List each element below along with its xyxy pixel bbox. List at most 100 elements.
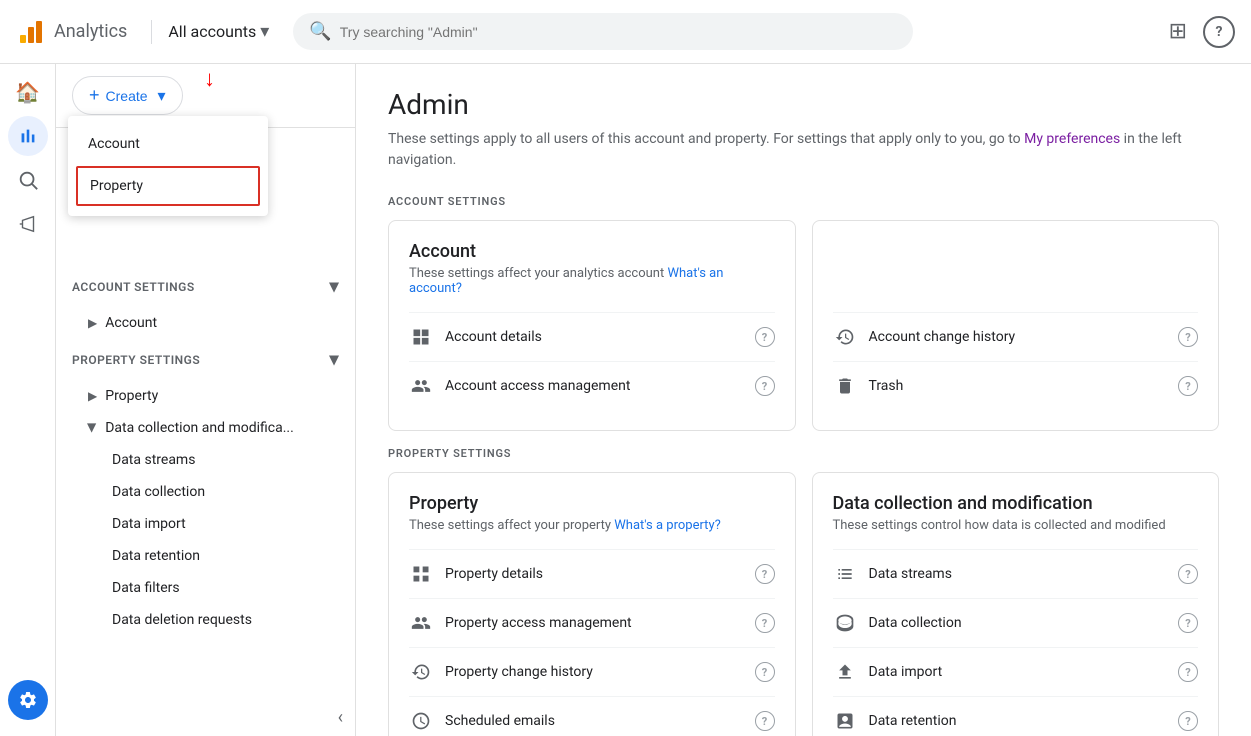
sidebar-property-item[interactable]: ▶ Property [56,380,355,412]
property-change-history-label: Property change history [445,664,743,680]
account-settings-section-header[interactable]: Account settings ▾ [56,266,355,307]
account-card: Account These settings affect your analy… [388,220,796,431]
property-card: Property These settings affect your prop… [388,472,796,736]
property-settings-expand-icon: ▾ [329,349,339,370]
create-area: ↓ + Create ▾ Account Property [56,64,355,128]
subtitle-text: These settings apply to all users of thi… [388,131,1024,147]
account-right-card: Account change history ? Trash ? [812,220,1220,431]
help-button[interactable]: ? [1203,16,1235,48]
account-details-help[interactable]: ? [755,327,775,347]
property-change-history-help[interactable]: ? [755,662,775,682]
create-button[interactable]: + Create ▾ [72,76,183,115]
scheduled-emails-item[interactable]: Scheduled emails ? [409,696,775,736]
account-details-label: Account details [445,329,743,345]
data-collection-card-title: Data collection and modification [833,493,1199,514]
icon-nav: 🏠 [0,64,56,736]
property-change-history-icon [409,660,433,684]
account-settings-section-label: ACCOUNT SETTINGS [388,195,1219,208]
search-bar[interactable]: 🔍 [293,13,913,50]
data-collection-item-icon [833,611,857,635]
data-retention-item[interactable]: Data retention ? [833,696,1199,736]
grid-icon[interactable]: ⊞ [1169,19,1187,44]
property-change-history-item[interactable]: Property change history ? [409,647,775,696]
data-collection-main-label: Data collection [869,615,1167,631]
account-change-history-help[interactable]: ? [1178,327,1198,347]
scheduled-emails-help[interactable]: ? [755,711,775,731]
dropdown-property-item[interactable]: Property [76,166,260,206]
sidebar-data-collection-item[interactable]: ▶ Data collection and modifica... [56,412,355,444]
account-access-item[interactable]: Account access management ? [409,361,775,410]
nav-advertising[interactable] [8,204,48,244]
property-cards-row: Property These settings affect your prop… [388,472,1219,736]
account-access-icon [409,374,433,398]
sidebar-sub-data-collection[interactable]: Data collection [56,476,355,508]
main-content: Admin These settings apply to all users … [356,64,1251,736]
sidebar-account-item[interactable]: ▶ Account [56,307,355,339]
my-preferences-link[interactable]: My preferences [1024,131,1120,147]
account-change-history-icon [833,325,857,349]
search-input[interactable] [340,24,898,40]
account-settings-expand-icon: ▾ [329,276,339,297]
data-streams-item[interactable]: Data streams ? [833,549,1199,598]
sidebar-sub-data-import[interactable]: Data import [56,508,355,540]
account-item-label: Account [105,315,157,331]
topbar-right: ⊞ ? [1169,16,1235,48]
data-streams-help[interactable]: ? [1178,564,1198,584]
account-access-label: Account access management [445,378,743,394]
property-card-subtitle-text: These settings affect your property [409,518,614,533]
account-change-history-label: Account change history [869,329,1167,345]
nav-reports[interactable] [8,116,48,156]
all-accounts-button[interactable]: All accounts ▾ [168,21,269,42]
dropdown-account-item[interactable]: Account [68,124,268,164]
trash-item[interactable]: Trash ? [833,361,1199,410]
account-details-item[interactable]: Account details ? [409,312,775,361]
scheduled-emails-icon [409,709,433,733]
data-collection-help[interactable]: ? [1178,613,1198,633]
account-details-icon [409,325,433,349]
property-settings-section-header[interactable]: Property settings ▾ [56,339,355,380]
property-details-item[interactable]: Property details ? [409,549,775,598]
data-collection-item[interactable]: Data collection ? [833,598,1199,647]
property-card-subtitle: These settings affect your property What… [409,518,775,533]
data-import-label: Data import [869,664,1167,680]
sidebar-content: Account settings ▾ ▶ Account Property se… [56,258,355,636]
data-import-item[interactable]: Data import ? [833,647,1199,696]
trash-label: Trash [869,378,1167,394]
property-access-icon [409,611,433,635]
settings-button[interactable] [8,680,48,720]
data-retention-help[interactable]: ? [1178,711,1198,731]
account-access-help[interactable]: ? [755,376,775,396]
property-access-label: Property access management [445,615,743,631]
sidebar-sub-data-streams[interactable]: Data streams [56,444,355,476]
red-arrow-indicator: ↓ [204,66,215,92]
body-area: 🏠 ↓ + Create ▾ Account [0,64,1251,736]
property-details-help[interactable]: ? [755,564,775,584]
data-collection-label: Data collection and modifica... [105,420,294,436]
property-settings-section-label: PROPERTY SETTINGS [388,447,1219,460]
account-item-arrow: ▶ [88,316,97,330]
sidebar-collapse-button[interactable]: ‹ [338,707,343,728]
sidebar-sub-data-deletion[interactable]: Data deletion requests [56,604,355,636]
property-details-label: Property details [445,566,743,582]
app-title: Analytics [54,21,127,42]
data-collection-card-subtitle: These settings control how data is colle… [833,518,1199,533]
data-streams-icon [833,562,857,586]
sidebar-sub-data-retention[interactable]: Data retention [56,540,355,572]
trash-help[interactable]: ? [1178,376,1198,396]
nav-home[interactable]: 🏠 [8,72,48,112]
account-change-history-item[interactable]: Account change history ? [833,312,1199,361]
search-icon: 🔍 [309,21,331,42]
account-card-subtitle-text: These settings affect your analytics acc… [409,266,667,281]
data-import-help[interactable]: ? [1178,662,1198,682]
whats-property-link[interactable]: What's a property? [614,518,720,533]
data-collection-arrow: ▶ [86,423,100,432]
data-collection-card: Data collection and modification These s… [812,472,1220,736]
nav-explore[interactable] [8,160,48,200]
property-card-title: Property [409,493,775,514]
account-card-subtitle: These settings affect your analytics acc… [409,266,775,296]
accounts-dropdown-arrow: ▾ [260,21,269,42]
sidebar-sub-data-filters[interactable]: Data filters [56,572,355,604]
property-details-icon [409,562,433,586]
property-access-help[interactable]: ? [755,613,775,633]
property-access-item[interactable]: Property access management ? [409,598,775,647]
